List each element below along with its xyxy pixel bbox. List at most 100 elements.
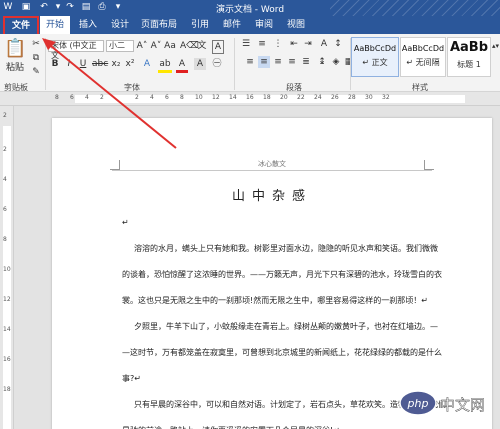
separator xyxy=(45,38,46,90)
ruler-number: 16 xyxy=(246,94,254,101)
style-heading-1[interactable]: AaBb 标题 1 xyxy=(447,37,491,77)
ruler-number: 2 xyxy=(3,112,7,119)
ruler-number: 28 xyxy=(348,94,356,101)
font-name-dropdown[interactable]: 宋体 (中文正文 xyxy=(48,40,104,60)
styles-scroll-icon[interactable]: ▴▾ xyxy=(492,40,499,52)
tab-home[interactable]: 开始 xyxy=(40,16,70,34)
text-line: 夕照里，牛羊下山了，小蚊般缘走在青岩上。绿树丛颠的嫩黄叶子，也衬在红墙边。— xyxy=(134,322,438,331)
ruler-number: 14 xyxy=(3,326,11,333)
ruler-number: 18 xyxy=(263,94,271,101)
separator xyxy=(234,38,235,90)
bold-icon[interactable]: B xyxy=(50,58,60,70)
paste-button[interactable]: 粘贴 xyxy=(4,62,26,74)
ruler-number: 10 xyxy=(195,94,203,101)
chinese-layout-icon[interactable]: A xyxy=(318,38,330,50)
page-header: 冰心散文 xyxy=(258,160,286,168)
paste-icon[interactable]: 📋 xyxy=(4,36,26,62)
tab-file[interactable]: 文件 xyxy=(3,16,39,36)
style-no-spacing[interactable]: AaBbCcDd ↵ 无间隔 xyxy=(400,37,446,77)
strikethrough-icon[interactable]: abc xyxy=(92,58,108,70)
justify-icon[interactable]: ≡ xyxy=(286,56,298,68)
char-border-icon[interactable]: A xyxy=(212,40,224,54)
ruler-number: 10 xyxy=(3,266,11,273)
ruler-number: 18 xyxy=(3,386,11,393)
clear-format-icon[interactable]: A⌫ xyxy=(180,40,199,52)
phonetic-icon[interactable]: 文 xyxy=(196,40,208,52)
ruler-number: 4 xyxy=(85,94,89,101)
tab-insert[interactable]: 插入 xyxy=(74,16,102,34)
copy-icon[interactable]: ⧉ xyxy=(30,52,42,64)
grow-font-icon[interactable]: A˄ xyxy=(136,40,148,52)
multilevel-list-icon[interactable]: ⋮ xyxy=(272,38,284,50)
bullets-icon[interactable]: ☰ xyxy=(240,38,252,50)
underline-icon[interactable]: U xyxy=(78,58,88,70)
ruler-number: 2 xyxy=(100,94,104,101)
ruler-number: 4 xyxy=(150,94,154,101)
shading-icon[interactable]: ◈ xyxy=(330,56,342,68)
distributed-icon[interactable]: ≣ xyxy=(300,56,312,68)
tab-view[interactable]: 视图 xyxy=(282,16,310,34)
watermark-logo: php 中文网 xyxy=(399,390,485,416)
window-title: 演示文档 - Word xyxy=(215,5,285,15)
ruler-number: 16 xyxy=(3,356,11,363)
decrease-indent-icon[interactable]: ⇤ xyxy=(288,38,300,50)
watermark: php 中文网 xyxy=(396,384,500,422)
document-title: 山中杂感 xyxy=(231,189,312,204)
highlight-icon[interactable]: ab xyxy=(158,58,172,73)
ruler-number: 20 xyxy=(280,94,288,101)
cut-icon[interactable]: ✂ xyxy=(30,38,42,50)
horizontal-ruler[interactable]: 8 6 4 2 2 4 6 8 10 12 14 16 18 20 22 24 … xyxy=(0,92,500,106)
ruler-number: 6 xyxy=(165,94,169,101)
vertical-ruler[interactable]: 2 2 4 6 8 10 12 14 16 18 xyxy=(0,106,14,429)
ruler-number: 24 xyxy=(314,94,322,101)
style-name: 标题 1 xyxy=(457,60,481,69)
style-name: ↵ 正文 xyxy=(362,58,388,67)
font-size-dropdown[interactable]: 小二 xyxy=(106,40,134,52)
ruler-number: 12 xyxy=(3,296,11,303)
header-divider xyxy=(112,170,432,171)
sort-icon[interactable]: ↕ xyxy=(332,38,344,50)
align-center-icon[interactable]: ≡ xyxy=(258,56,270,68)
ribbon: 📋 粘贴 ✂ ⧉ ✎ 剪贴板 宋体 (中文正文 小二 A˄ A˅ Aa A⌫ 文… xyxy=(0,34,500,92)
tab-layout[interactable]: 页面布局 xyxy=(138,16,180,34)
line-spacing-icon[interactable]: ↨ xyxy=(316,56,328,68)
font-color-icon[interactable]: A xyxy=(176,58,188,73)
increase-indent-icon[interactable]: ⇥ xyxy=(302,38,314,50)
ribbon-tabs: 文件 开始 插入 设计 页面布局 引用 邮件 审阅 视图 xyxy=(0,16,500,36)
superscript-icon[interactable]: x² xyxy=(124,58,136,70)
svg-text:中文网: 中文网 xyxy=(440,396,485,414)
tab-references[interactable]: 引用 xyxy=(186,16,214,34)
ruler-number: 8 xyxy=(55,94,59,101)
ruler-number: 30 xyxy=(365,94,373,101)
ruler-text-area xyxy=(3,126,11,429)
tab-review[interactable]: 审阅 xyxy=(250,16,278,34)
style-normal[interactable]: AaBbCcDd ↵ 正文 xyxy=(351,37,399,77)
title-bar: W ▣ ↶ ▾ ↷ ▤ ⎙ ▾ 演示文档 - Word xyxy=(0,0,500,16)
subscript-icon[interactable]: x₂ xyxy=(110,58,122,70)
ruler-number: 4 xyxy=(3,176,7,183)
document-area: 冰心散文 山中杂感 ↵ 溶溶的水月，螨头上只有她和我。树影里对面水边，隐隐的听见… xyxy=(14,106,500,429)
ruler-number: 26 xyxy=(331,94,339,101)
tab-design[interactable]: 设计 xyxy=(106,16,134,34)
change-case-icon[interactable]: Aa xyxy=(164,40,176,52)
ruler-number: 8 xyxy=(180,94,184,101)
document-page[interactable]: 冰心散文 山中杂感 ↵ 溶溶的水月，螨头上只有她和我。树影里对面水边，隐隐的听见… xyxy=(52,118,492,429)
ruler-number: 2 xyxy=(135,94,139,101)
tab-mailings[interactable]: 邮件 xyxy=(218,16,246,34)
char-shading-icon[interactable]: A xyxy=(194,58,206,70)
ruler-number: 14 xyxy=(229,94,237,101)
svg-text:php: php xyxy=(407,397,429,410)
style-name: ↵ 无间隔 xyxy=(406,58,440,67)
ruler-number: 22 xyxy=(297,94,305,101)
ruler-number: 12 xyxy=(212,94,220,101)
italic-icon[interactable]: I xyxy=(64,58,74,70)
align-right-icon[interactable]: ≡ xyxy=(272,56,284,68)
numbering-icon[interactable]: ≡ xyxy=(256,38,268,50)
enclose-char-icon[interactable]: ㊀ xyxy=(210,58,224,70)
text-line: ↵ xyxy=(122,218,129,227)
format-painter-icon[interactable]: ✎ xyxy=(30,66,42,78)
text-effect-icon[interactable]: A xyxy=(140,58,154,70)
shrink-font-icon[interactable]: A˅ xyxy=(150,40,162,52)
align-left-icon[interactable]: ≡ xyxy=(244,56,256,68)
ruler-number: 32 xyxy=(382,94,390,101)
